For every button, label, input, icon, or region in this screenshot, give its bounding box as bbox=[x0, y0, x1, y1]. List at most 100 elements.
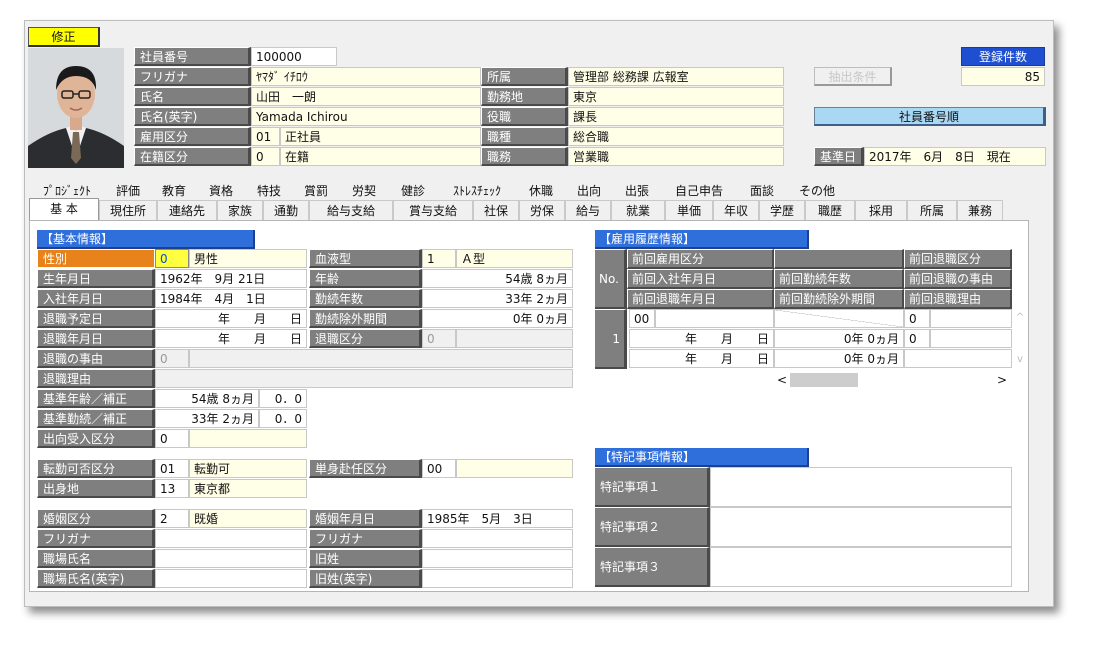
office-field[interactable]: 東京 bbox=[568, 87, 784, 106]
work-name-en-field[interactable] bbox=[155, 569, 307, 588]
marital-code[interactable]: 2 bbox=[155, 509, 189, 528]
note1-field[interactable] bbox=[710, 467, 1012, 507]
kana2-field[interactable] bbox=[422, 529, 573, 548]
tab-commute[interactable]: 通勤 bbox=[263, 200, 309, 220]
tab-stress-check[interactable]: ｽﾄﾚｽﾁｪｯｸ bbox=[437, 181, 517, 201]
tab-concurrent[interactable]: 兼務 bbox=[957, 200, 1003, 220]
status-label: 在籍区分 bbox=[134, 147, 251, 166]
history-tenure-field: 0年 0ヵ月 bbox=[774, 329, 904, 348]
join-field[interactable]: 1984年 4月 1日 bbox=[155, 289, 307, 308]
history-reason-code[interactable]: 0 bbox=[904, 329, 930, 348]
note2-field[interactable] bbox=[710, 507, 1012, 547]
history-reason-text-field[interactable] bbox=[904, 349, 1012, 368]
filter-condition-button[interactable]: 抽出条件 bbox=[814, 67, 892, 86]
base-age-adjust[interactable]: 0．0 bbox=[259, 389, 307, 408]
tab-secondment[interactable]: 出向 bbox=[565, 181, 613, 201]
history-emp-code[interactable]: 00 bbox=[629, 309, 655, 328]
tab-annual-income[interactable]: 年収 bbox=[713, 200, 759, 220]
reason-code[interactable]: 0 bbox=[155, 349, 189, 368]
single-code[interactable]: 00 bbox=[422, 459, 456, 478]
tab-unit-price[interactable]: 単価 bbox=[665, 200, 713, 220]
employee-id-field[interactable]: 100000 bbox=[251, 47, 337, 66]
tab-health-check[interactable]: 健診 bbox=[389, 181, 437, 201]
tab-contact[interactable]: 連絡先 bbox=[157, 200, 217, 220]
tab-affiliation[interactable]: 所属 bbox=[907, 200, 957, 220]
tab-leave[interactable]: 休職 bbox=[517, 181, 565, 201]
second-field bbox=[189, 429, 307, 448]
note3-field[interactable] bbox=[710, 547, 1012, 587]
tab-salary[interactable]: 給与 bbox=[565, 200, 611, 220]
tab-hiring[interactable]: 採用 bbox=[855, 200, 907, 220]
duty-field[interactable]: 営業職 bbox=[568, 147, 784, 166]
tab-labor-insurance[interactable]: 労保 bbox=[519, 200, 565, 220]
tab-qualification[interactable]: 資格 bbox=[197, 181, 245, 201]
name-en-label: 氏名(英字) bbox=[134, 107, 251, 126]
tab-interview[interactable]: 面談 bbox=[737, 181, 787, 201]
tab-employment[interactable]: 就業 bbox=[611, 200, 665, 220]
old-name-en-field[interactable] bbox=[422, 569, 573, 588]
tab-basic[interactable]: 基 本 bbox=[29, 198, 99, 220]
sort-order-button[interactable]: 社員番号順 bbox=[814, 107, 1046, 126]
name-en-field[interactable]: Yamada Ichirou bbox=[251, 107, 481, 126]
jobtype-field[interactable]: 総合職 bbox=[568, 127, 784, 146]
history-row-number: 1 bbox=[595, 309, 627, 369]
history-scroll-right-icon[interactable]: > bbox=[994, 371, 1010, 390]
history-join-field[interactable]: 年 月 日 bbox=[629, 329, 774, 348]
old-name-field[interactable] bbox=[422, 549, 573, 568]
dept-field[interactable]: 管理部 総務課 広報室 bbox=[568, 67, 784, 86]
transfer-label: 転勤可否区分 bbox=[37, 459, 155, 478]
dept-label: 所属 bbox=[481, 67, 568, 86]
edit-mode-button[interactable]: 修正 bbox=[28, 27, 100, 47]
history-scrollbar-thumb[interactable] bbox=[790, 373, 858, 387]
history-scroll-left-icon[interactable]: < bbox=[774, 371, 790, 390]
retire-type-code[interactable]: 0 bbox=[422, 329, 456, 348]
blood-code[interactable]: 1 bbox=[422, 249, 456, 268]
employee-window: 修正 社員番号 100000 フリガナ ﾔﾏﾀﾞ ｲﾁﾛｳ 所属 管理部 総務課… bbox=[24, 20, 1054, 607]
sex-code[interactable]: 0 bbox=[155, 249, 189, 268]
second-code[interactable]: 0 bbox=[155, 429, 189, 448]
name-field[interactable]: 山田 一朗 bbox=[251, 87, 481, 106]
base-tenure-adjust[interactable]: 0．0 bbox=[259, 409, 307, 428]
tab-evaluation[interactable]: 評価 bbox=[105, 181, 151, 201]
kana1-field[interactable] bbox=[155, 529, 307, 548]
duty-label: 職務 bbox=[481, 147, 568, 166]
tab-rewards[interactable]: 賞罰 bbox=[293, 181, 339, 201]
history-retire-code[interactable]: 0 bbox=[904, 309, 930, 328]
emp-type-field: 正社員 bbox=[280, 127, 481, 146]
tab-social-insurance[interactable]: 社保 bbox=[473, 200, 519, 220]
reason-text-field[interactable] bbox=[155, 369, 573, 388]
basic-info-header: 【基本情報】 bbox=[37, 230, 255, 249]
status-field: 在籍 bbox=[280, 147, 481, 166]
tab-labor-contract[interactable]: 労契 bbox=[339, 181, 389, 201]
note3-label: 特記事項３ bbox=[595, 547, 710, 587]
marry-date-field[interactable]: 1985年 5月 3日 bbox=[422, 509, 573, 528]
tab-business-trip[interactable]: 出張 bbox=[613, 181, 661, 201]
base-age-field: 54歳 8ヵ月 bbox=[155, 389, 259, 408]
origin-code[interactable]: 13 bbox=[155, 479, 189, 498]
history-emp-type bbox=[655, 309, 774, 328]
tab-education[interactable]: 教育 bbox=[151, 181, 197, 201]
work-name-field[interactable] bbox=[155, 549, 307, 568]
position-field[interactable]: 課長 bbox=[568, 107, 784, 126]
tab-current-address[interactable]: 現住所 bbox=[99, 200, 157, 220]
tab-other[interactable]: その他 bbox=[787, 181, 847, 201]
birth-field[interactable]: 1962年 9月 21日 bbox=[155, 269, 307, 288]
history-scroll-up-icon[interactable]: ^ bbox=[1012, 309, 1028, 328]
base-date-field[interactable]: 2017年 6月 8日 現在 bbox=[864, 147, 1046, 166]
history-scroll-down-icon[interactable]: v bbox=[1012, 351, 1028, 370]
kana-field[interactable]: ﾔﾏﾀﾞ ｲﾁﾛｳ bbox=[251, 67, 481, 86]
tab-salary-payment[interactable]: 給与支給 bbox=[309, 200, 393, 220]
plan-retire-field[interactable]: 年 月 日 bbox=[155, 309, 307, 328]
status-code[interactable]: 0 bbox=[251, 147, 280, 166]
retire-field[interactable]: 年 月 日 bbox=[155, 329, 307, 348]
tab-family[interactable]: 家族 bbox=[217, 200, 263, 220]
tab-work-history[interactable]: 職歴 bbox=[805, 200, 855, 220]
old-name-label: 旧姓 bbox=[309, 549, 422, 568]
tab-skills[interactable]: 特技 bbox=[245, 181, 293, 201]
transfer-code[interactable]: 01 bbox=[155, 459, 189, 478]
emp-type-code[interactable]: 01 bbox=[251, 127, 280, 146]
tab-self-report[interactable]: 自己申告 bbox=[661, 181, 737, 201]
history-retire-field[interactable]: 年 月 日 bbox=[629, 349, 774, 368]
tab-bonus-payment[interactable]: 賞与支給 bbox=[393, 200, 473, 220]
tab-education-history[interactable]: 学歴 bbox=[759, 200, 805, 220]
